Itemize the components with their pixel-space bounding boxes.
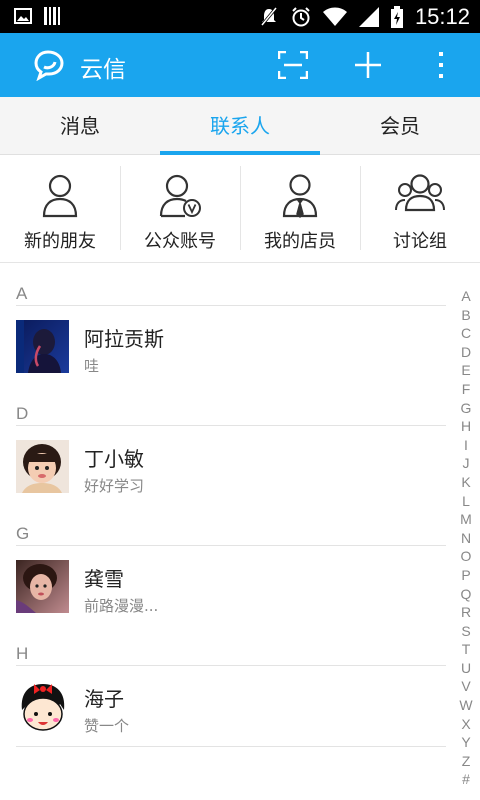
- avatar: [16, 560, 69, 613]
- avatar: [16, 320, 69, 373]
- more-button[interactable]: [421, 45, 461, 85]
- official-accounts-button[interactable]: 公众账号: [120, 156, 240, 262]
- index-letter[interactable]: K: [461, 473, 470, 492]
- tab-members[interactable]: 会员: [320, 97, 480, 154]
- shortcut-label: 新的朋友: [24, 231, 96, 252]
- section-header-a: A: [16, 284, 28, 303]
- add-icon: [355, 52, 381, 78]
- tab-contacts[interactable]: 联系人: [160, 97, 320, 154]
- section-header-g: G: [16, 524, 30, 543]
- index-letter[interactable]: M: [460, 510, 472, 529]
- person-icon: [42, 174, 78, 218]
- index-letter[interactable]: B: [461, 306, 470, 325]
- index-letter[interactable]: A: [461, 287, 470, 306]
- image-icon: [14, 8, 32, 24]
- index-letter[interactable]: H: [461, 417, 471, 436]
- scan-button[interactable]: [273, 45, 313, 85]
- index-letter[interactable]: #: [462, 770, 470, 789]
- tab-indicator: [160, 151, 320, 155]
- contact-status: 哇: [84, 357, 100, 375]
- index-letter[interactable]: D: [461, 343, 471, 362]
- mute-icon: [260, 6, 278, 26]
- alarm-icon: [292, 6, 310, 26]
- group-icon: [395, 174, 445, 212]
- signal-icon: [358, 6, 379, 27]
- contact-name: 丁小敏: [84, 447, 144, 471]
- status-bar: 15:12: [0, 0, 480, 33]
- index-letter[interactable]: J: [463, 454, 470, 473]
- shortcut-label: 公众账号: [144, 231, 216, 252]
- contact-item[interactable]: 龚雪 前路漫漫...: [0, 545, 446, 627]
- index-letter[interactable]: N: [461, 529, 471, 548]
- section-header-d: D: [16, 404, 29, 423]
- contact-shortcuts: 新的朋友 公众账号 我的店员 讨论组: [0, 156, 480, 263]
- index-letter[interactable]: Y: [461, 733, 470, 752]
- index-letter[interactable]: S: [461, 622, 470, 641]
- contact-item[interactable]: 丁小敏 好好学习: [0, 425, 446, 507]
- new-friends-button[interactable]: 新的朋友: [0, 156, 120, 262]
- discussion-groups-button[interactable]: 讨论组: [360, 156, 480, 262]
- shortcut-label: 我的店员: [264, 231, 336, 252]
- tab-messages[interactable]: 消息: [0, 97, 160, 154]
- index-letter[interactable]: C: [461, 324, 471, 343]
- avatar: [16, 440, 69, 493]
- yunxin-logo-icon: [34, 50, 64, 81]
- battery-icon: [390, 5, 403, 28]
- app-bar: 云信: [0, 33, 480, 97]
- index-letter[interactable]: T: [462, 640, 471, 659]
- staff-icon: [282, 174, 318, 219]
- index-letter[interactable]: L: [462, 492, 470, 511]
- contact-name: 阿拉贡斯: [84, 327, 164, 351]
- index-letter[interactable]: P: [461, 566, 470, 585]
- index-letter[interactable]: E: [461, 361, 470, 380]
- section-divider: [16, 746, 446, 747]
- app-title: 云信: [80, 57, 126, 83]
- avatar: [16, 680, 69, 733]
- index-letter[interactable]: V: [461, 677, 470, 696]
- more-icon: [439, 52, 443, 78]
- contact-status: 前路漫漫...: [84, 597, 159, 615]
- my-staff-button[interactable]: 我的店员: [240, 156, 360, 262]
- contact-item[interactable]: 阿拉贡斯 哇: [0, 305, 446, 387]
- index-letter[interactable]: I: [464, 436, 468, 455]
- tab-bar: 消息 联系人 会员: [0, 97, 480, 155]
- wifi-icon: [322, 7, 347, 26]
- barcode-icon: [44, 7, 60, 25]
- index-letter[interactable]: Q: [461, 585, 472, 604]
- index-letter[interactable]: O: [461, 547, 472, 566]
- scan-icon: [278, 51, 308, 79]
- section-header-h: H: [16, 644, 29, 663]
- index-letter[interactable]: Z: [462, 752, 471, 771]
- add-button[interactable]: [348, 45, 388, 85]
- contact-name: 龚雪: [84, 567, 124, 591]
- contact-name: 海子: [84, 687, 124, 711]
- shortcut-label: 讨论组: [393, 231, 447, 252]
- index-letter[interactable]: W: [459, 696, 472, 715]
- index-letter[interactable]: U: [461, 659, 471, 678]
- contact-status: 赞一个: [84, 717, 130, 735]
- contact-item[interactable]: 海子 赞一个: [0, 665, 446, 747]
- alphabet-index-bar[interactable]: A B C D E F G H I J K L M N O P Q R S T U V W X Y Z #: [458, 287, 474, 789]
- index-letter[interactable]: X: [461, 715, 470, 734]
- clock-time: 15:12: [414, 3, 470, 29]
- index-letter[interactable]: G: [461, 399, 472, 418]
- index-letter[interactable]: F: [462, 380, 471, 399]
- contact-status: 好好学习: [84, 477, 145, 495]
- index-letter[interactable]: R: [461, 603, 471, 622]
- official-account-icon: [159, 174, 201, 218]
